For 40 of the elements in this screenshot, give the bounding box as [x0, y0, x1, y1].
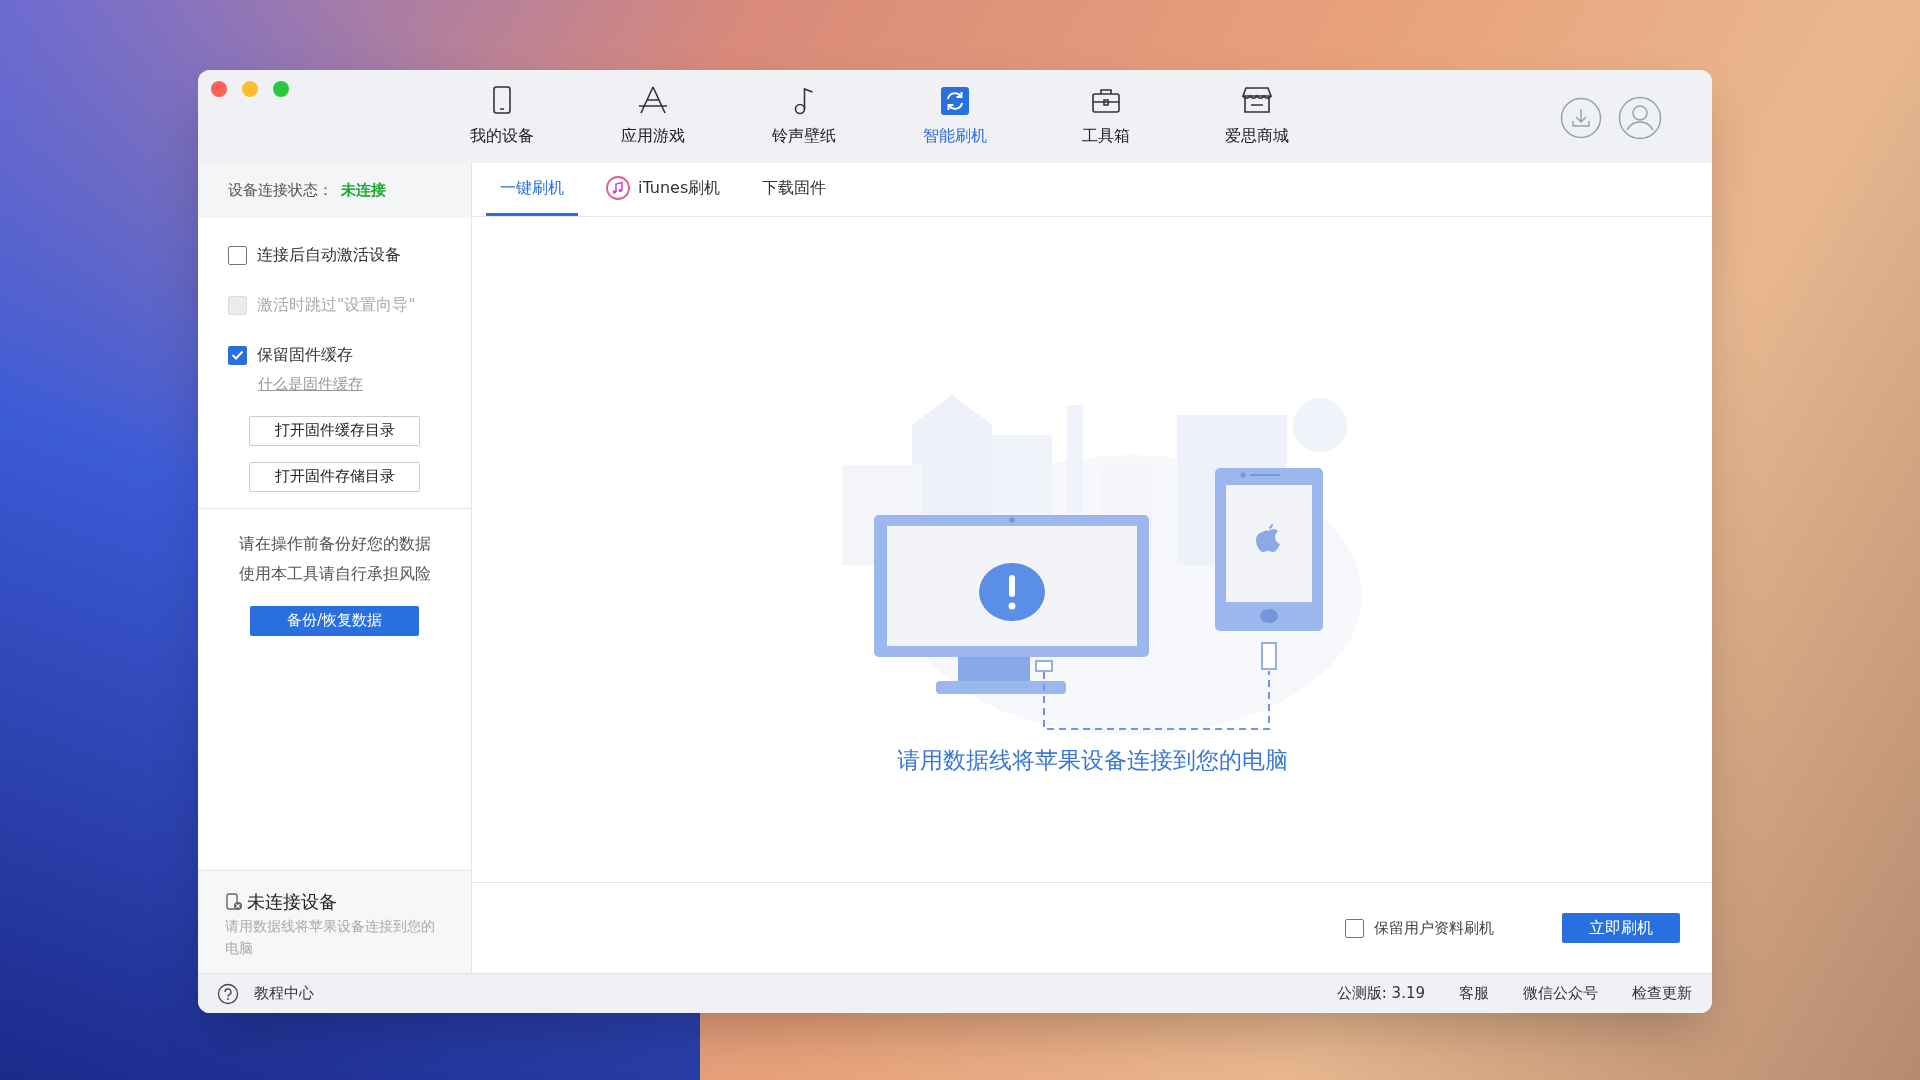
- open-folder-button[interactable]: 打开固件缓存目录: [249, 415, 420, 446]
- connect-device-message: 请用数据线将苹果设备连接到您的电脑: [896, 746, 1288, 775]
- toolbar-tab[interactable]: 我的设备: [426, 70, 577, 163]
- status-bar-link[interactable]: 检查更新: [1632, 982, 1692, 1005]
- checkbox[interactable]: [228, 245, 247, 265]
- connection-status-label: 设备连接状态：: [228, 180, 333, 202]
- zoom-button[interactable]: [273, 81, 289, 97]
- device-panel-message: 请用数据线将苹果设备连接到您的电脑: [225, 917, 436, 958]
- device-panel-title: 未连接设备: [247, 890, 337, 914]
- toolbar-tab[interactable]: 爱思商城: [1181, 70, 1332, 163]
- tab[interactable]: 下载固件: [748, 163, 841, 216]
- backup-notice: 使用本工具请自行承担风险: [238, 562, 431, 585]
- tutorial-center-link[interactable]: 教程中心: [254, 982, 314, 1005]
- backup-notice: 请在操作前备份好您的数据: [238, 532, 431, 555]
- toolbar-tab[interactable]: 工具箱: [1030, 70, 1181, 163]
- checkbox-label: 保留用户资料刷机: [1374, 917, 1494, 939]
- download-icon[interactable]: [1560, 96, 1602, 139]
- open-folder-button[interactable]: 打开固件存储目录: [249, 461, 420, 492]
- tab[interactable]: iTunes刷机: [592, 163, 735, 216]
- phone-disconnected-icon: [225, 892, 243, 911]
- status-bar-link[interactable]: 客服: [1459, 982, 1489, 1005]
- checkbox-label: 保留固件缓存: [257, 344, 353, 366]
- toolbar-tab[interactable]: 铃声壁纸: [728, 70, 879, 163]
- flash-now-button[interactable]: 立即刷机: [1562, 913, 1680, 943]
- checkbox-label: 连接后自动激活设备: [257, 244, 401, 266]
- music-note-icon: [606, 176, 630, 200]
- connection-status-value: 未连接: [341, 180, 386, 202]
- close-button[interactable]: [211, 81, 227, 97]
- toolbar-tab[interactable]: 应用游戏: [577, 70, 728, 163]
- help-icon[interactable]: [217, 982, 239, 1005]
- checkbox[interactable]: [1345, 918, 1364, 938]
- user-avatar-icon[interactable]: [1618, 95, 1662, 140]
- minimize-button[interactable]: [242, 81, 258, 97]
- checkbox[interactable]: [228, 345, 247, 365]
- backup-restore-button[interactable]: 备份/恢复数据: [250, 605, 419, 636]
- checkbox-label: 激活时跳过"设置向导": [257, 294, 416, 316]
- tab[interactable]: 一键刷机: [486, 163, 578, 216]
- toolbar-tab[interactable]: 智能刷机: [879, 70, 1030, 163]
- version-label: 公测版: 3.19: [1336, 983, 1425, 1005]
- status-bar-link[interactable]: 微信公众号: [1523, 982, 1598, 1005]
